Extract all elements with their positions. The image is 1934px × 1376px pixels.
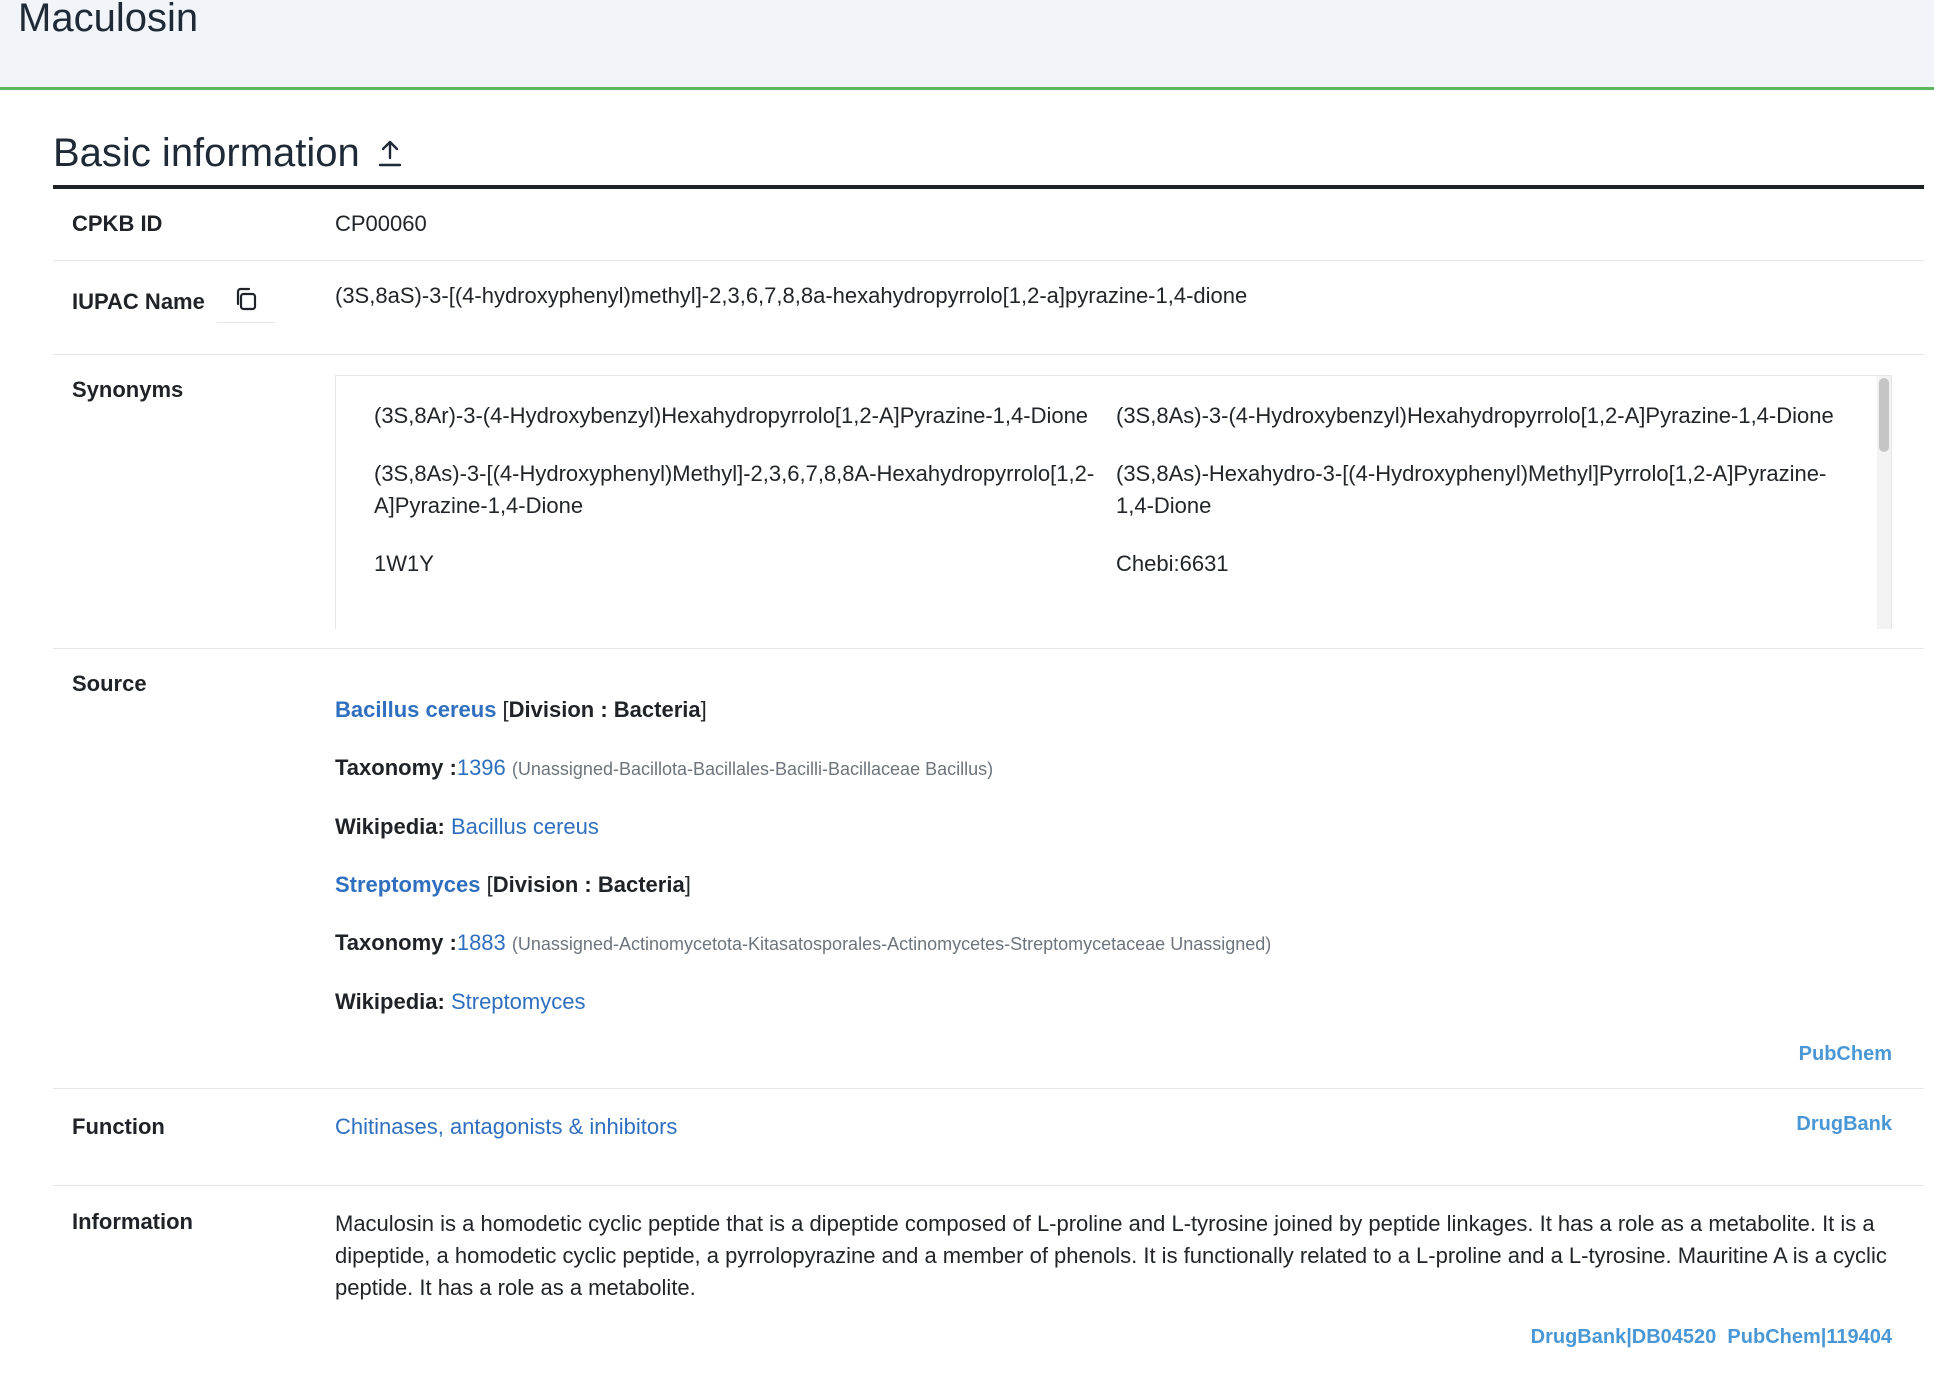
synonyms-row: Synonyms (3S,8Ar)-3-(4-Hydroxybenzyl)Hex… <box>53 355 1924 649</box>
information-refs: DrugBank|DB04520 PubChem|119404 <box>1531 1326 1892 1349</box>
cpkb-row: CPKB ID CP00060 <box>53 189 1924 261</box>
taxonomy-line: Taxonomy :1883 (Unassigned-Actinomycetot… <box>335 927 1892 960</box>
copy-button[interactable] <box>216 281 275 323</box>
synonym-item: 1W1Y <box>374 551 434 576</box>
synonyms-scrollbar[interactable] <box>1877 376 1891 629</box>
section-title: Basic information <box>53 130 360 175</box>
function-value-cell: Chitinases, antagonists & inhibitors <box>335 1089 1924 1185</box>
export-icon[interactable] <box>376 136 404 170</box>
copy-icon <box>233 286 259 318</box>
source-row: Source Bacillus cereus [Division : Bacte… <box>53 649 1924 1089</box>
taxonomy-id-link[interactable]: 1883 <box>457 930 506 955</box>
iupac-label: IUPAC Name <box>72 289 205 314</box>
organism-link[interactable]: Bacillus cereus <box>335 697 496 722</box>
wikipedia-line: Wikipedia: Streptomyces <box>335 986 1892 1018</box>
synonym-item: (3S,8As)-3-(4-Hydroxybenzyl)Hexahydropyr… <box>1116 403 1834 428</box>
source-label: Source <box>72 671 147 696</box>
cpkb-value: CP00060 <box>335 211 427 236</box>
wikipedia-line: Wikipedia: Bacillus cereus <box>335 811 1892 843</box>
iupac-value: (3S,8aS)-3-[(4-hydroxyphenyl)methyl]-2,3… <box>335 283 1248 308</box>
synonyms-value-cell: (3S,8Ar)-3-(4-Hydroxybenzyl)Hexahydropyr… <box>335 355 1924 648</box>
top-bar: Maculosin <box>0 0 1934 90</box>
wikipedia-label: Wikipedia: <box>335 814 445 839</box>
synonyms-grid: (3S,8Ar)-3-(4-Hydroxybenzyl)Hexahydropyr… <box>374 400 1851 580</box>
iupac-label-cell: IUPAC Name <box>53 261 335 354</box>
function-row: Function Chitinases, antagonists & inhib… <box>53 1089 1924 1186</box>
taxonomy-id-link[interactable]: 1396 <box>457 755 506 780</box>
wikipedia-link[interactable]: Streptomyces <box>451 989 586 1014</box>
organism-division: Division : Bacteria <box>508 697 701 722</box>
source-ref-pubchem-link[interactable]: PubChem <box>1799 1043 1892 1066</box>
synonyms-list-box[interactable]: (3S,8Ar)-3-(4-Hydroxybenzyl)Hexahydropyr… <box>335 375 1892 629</box>
function-ref-drugbank-link[interactable]: DrugBank <box>1796 1113 1892 1136</box>
taxonomy-line: Taxonomy :1396 (Unassigned-Bacillota-Bac… <box>335 752 1892 785</box>
synonyms-label: Synonyms <box>72 377 184 402</box>
organism-division: Division : Bacteria <box>492 872 685 897</box>
synonym-item: (3S,8As)-Hexahydro-3-[(4-Hydroxyphenyl)M… <box>1116 461 1827 518</box>
taxonomy-lineage: (Unassigned-Actinomycetota-Kitasatospora… <box>511 934 1272 954</box>
taxonomy-label: Taxonomy : <box>335 930 457 955</box>
synonym-item: (3S,8Ar)-3-(4-Hydroxybenzyl)Hexahydropyr… <box>374 403 1089 428</box>
wikipedia-link[interactable]: Bacillus cereus <box>451 814 599 839</box>
synonym-item: (3S,8As)-3-[(4-Hydroxyphenyl)Methyl]-2,3… <box>374 461 1095 518</box>
iupac-row: IUPAC Name (3S,8aS)-3-[(4-hydroxyphenyl)… <box>53 261 1924 355</box>
function-label: Function <box>72 1114 165 1139</box>
section-header: Basic information <box>53 121 1924 189</box>
organism-line: Streptomyces [Division : Bacteria] <box>335 872 691 897</box>
taxonomy-label: Taxonomy : <box>335 755 457 780</box>
information-row: Information Maculosin is a homodetic cyc… <box>53 1186 1924 1376</box>
synonym-item: Chebi:6631 <box>1116 551 1229 576</box>
main-content: Basic information CPKB ID CP00060 IUPAC … <box>0 121 1934 1376</box>
drugbank-ref-link[interactable]: DrugBank|DB04520 <box>1531 1326 1717 1348</box>
taxonomy-lineage: (Unassigned-Bacillota-Bacillales-Bacilli… <box>511 759 994 779</box>
pubchem-ref-link[interactable]: PubChem|119404 <box>1727 1326 1892 1348</box>
organism-line: Bacillus cereus [Division : Bacteria] <box>335 697 707 722</box>
function-link[interactable]: Chitinases, antagonists & inhibitors <box>335 1114 677 1139</box>
information-label: Information <box>72 1209 193 1234</box>
source-value-cell: Bacillus cereus [Division : Bacteria] Ta… <box>335 649 1924 1088</box>
page-title: Maculosin <box>18 0 199 40</box>
cpkb-label: CPKB ID <box>72 211 163 236</box>
wikipedia-label: Wikipedia: <box>335 989 445 1014</box>
organism-link[interactable]: Streptomyces <box>335 872 481 897</box>
scrollbar-thumb[interactable] <box>1879 378 1889 452</box>
